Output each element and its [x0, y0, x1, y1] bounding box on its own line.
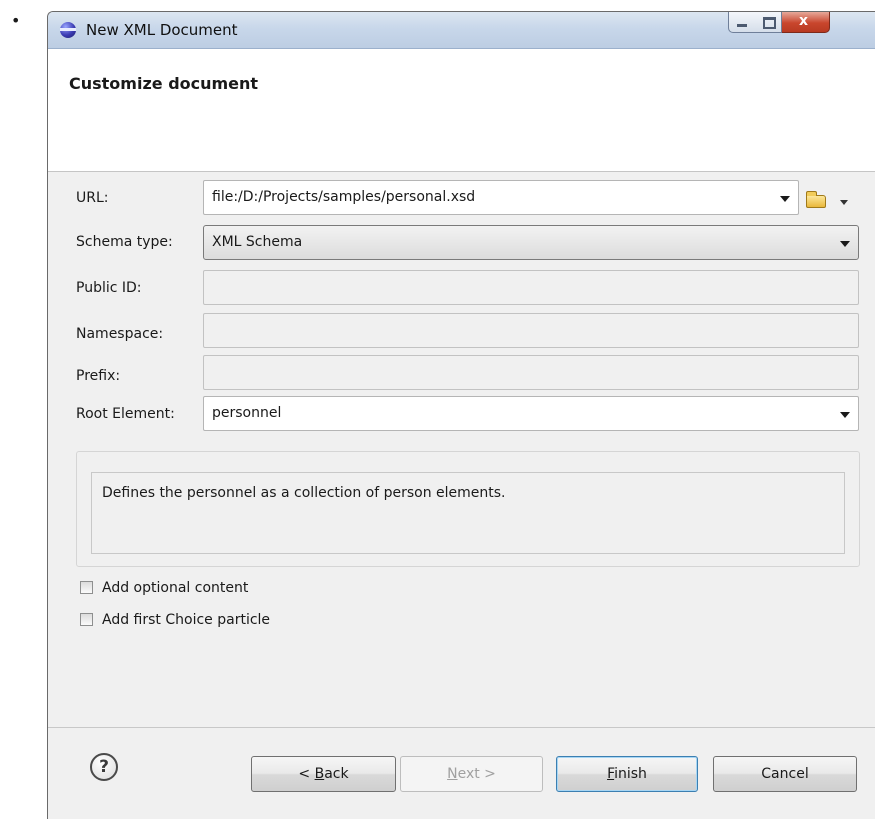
add-optional-content-checkbox[interactable] [80, 581, 93, 594]
public-id-label: Public ID: [76, 280, 142, 296]
list-bullet: • [11, 11, 21, 30]
chevron-down-icon [840, 241, 850, 247]
chevron-down-icon [840, 412, 850, 418]
page-title: Customize document [69, 74, 259, 93]
minimize-button[interactable] [728, 12, 756, 33]
root-element-value: personnel [212, 405, 282, 421]
schema-type-label: Schema type: [76, 234, 173, 250]
add-first-choice-label[interactable]: Add first Choice particle [102, 612, 270, 628]
root-element-label: Root Element: [76, 406, 175, 422]
description-group: Defines the personnel as a collection of… [76, 451, 860, 567]
wizard-header: Customize document [48, 49, 875, 172]
namespace-input [203, 313, 859, 348]
cancel-button[interactable]: Cancel [713, 756, 857, 792]
title-bar[interactable]: New XML Document x [48, 12, 875, 49]
chevron-down-icon[interactable] [780, 196, 790, 202]
url-value: file:/D:/Projects/samples/personal.xsd [212, 189, 476, 205]
browse-button[interactable] [806, 190, 854, 216]
help-icon[interactable]: ? [90, 753, 118, 781]
add-optional-content-label[interactable]: Add optional content [102, 580, 248, 596]
schema-type-value: XML Schema [212, 234, 303, 250]
close-button[interactable]: x [782, 12, 830, 33]
finish-button[interactable]: Finish [556, 756, 698, 792]
chevron-down-icon[interactable] [840, 200, 848, 205]
namespace-label: Namespace: [76, 326, 164, 342]
footer-separator [48, 727, 875, 728]
add-first-choice-checkbox[interactable] [80, 613, 93, 626]
close-icon: x [799, 13, 809, 29]
folder-open-icon [806, 191, 826, 208]
description-text: Defines the personnel as a collection of… [102, 485, 506, 501]
prefix-label: Prefix: [76, 368, 121, 384]
back-button[interactable]: < Back [251, 756, 396, 792]
eclipse-icon [60, 22, 76, 38]
public-id-input [203, 270, 859, 305]
next-button: Next > [400, 756, 543, 792]
minimize-icon [737, 24, 747, 27]
new-xml-document-dialog: New XML Document x Customize document UR… [47, 11, 875, 819]
description-box: Defines the personnel as a collection of… [91, 472, 845, 554]
url-label: URL: [76, 190, 109, 206]
root-element-select[interactable]: personnel [203, 396, 859, 431]
window-title: New XML Document [86, 21, 238, 39]
url-input[interactable]: file:/D:/Projects/samples/personal.xsd [203, 180, 799, 215]
schema-type-select[interactable]: XML Schema [203, 225, 859, 260]
maximize-icon [763, 17, 776, 29]
prefix-input [203, 355, 859, 390]
maximize-button[interactable] [755, 12, 782, 33]
